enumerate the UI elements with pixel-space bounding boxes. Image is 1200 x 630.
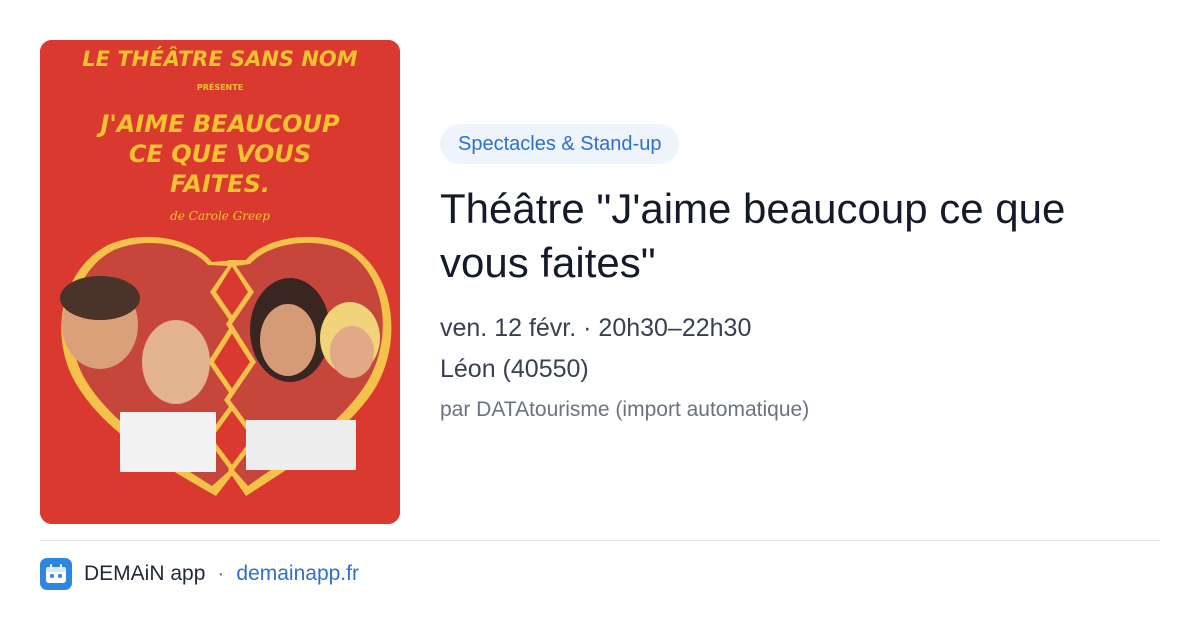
event-location: Léon (40550) <box>440 355 589 383</box>
event-title: Théâtre "J'aime beaucoup ce que vous fai… <box>440 185 1066 286</box>
footer: DEMAiN app · demainapp.fr <box>40 556 359 592</box>
site-link[interactable]: demainapp.fr <box>236 562 359 586</box>
category-badge[interactable]: Spectacles & Stand-up <box>440 124 680 164</box>
event-source: par DATAtourisme (import automatique) <box>440 398 810 421</box>
event-poster-image: LE THÉÂTRE SANS NOM PRÉSENTE J'AIME BEAU… <box>40 40 400 524</box>
event-datetime: ven. 12 févr. · 20h30–22h30 <box>440 314 752 342</box>
footer-divider <box>40 540 1160 541</box>
poster-title-line3: FAITES. <box>170 170 270 198</box>
event-info: Spectacles & Stand-up Théâtre "J'aime be… <box>440 124 1160 422</box>
poster-title-line1: J'AIME BEAUCOUP <box>96 110 340 138</box>
demain-app-icon <box>40 558 72 590</box>
poster-author: de Carole Greep <box>170 209 270 223</box>
poster-line1: LE THÉÂTRE SANS NOM <box>82 46 357 71</box>
poster-line2: PRÉSENTE <box>197 81 243 92</box>
footer-separator: · <box>217 562 225 585</box>
app-name: DEMAiN app <box>84 562 206 585</box>
poster-title-line2: CE QUE VOUS <box>129 140 311 168</box>
